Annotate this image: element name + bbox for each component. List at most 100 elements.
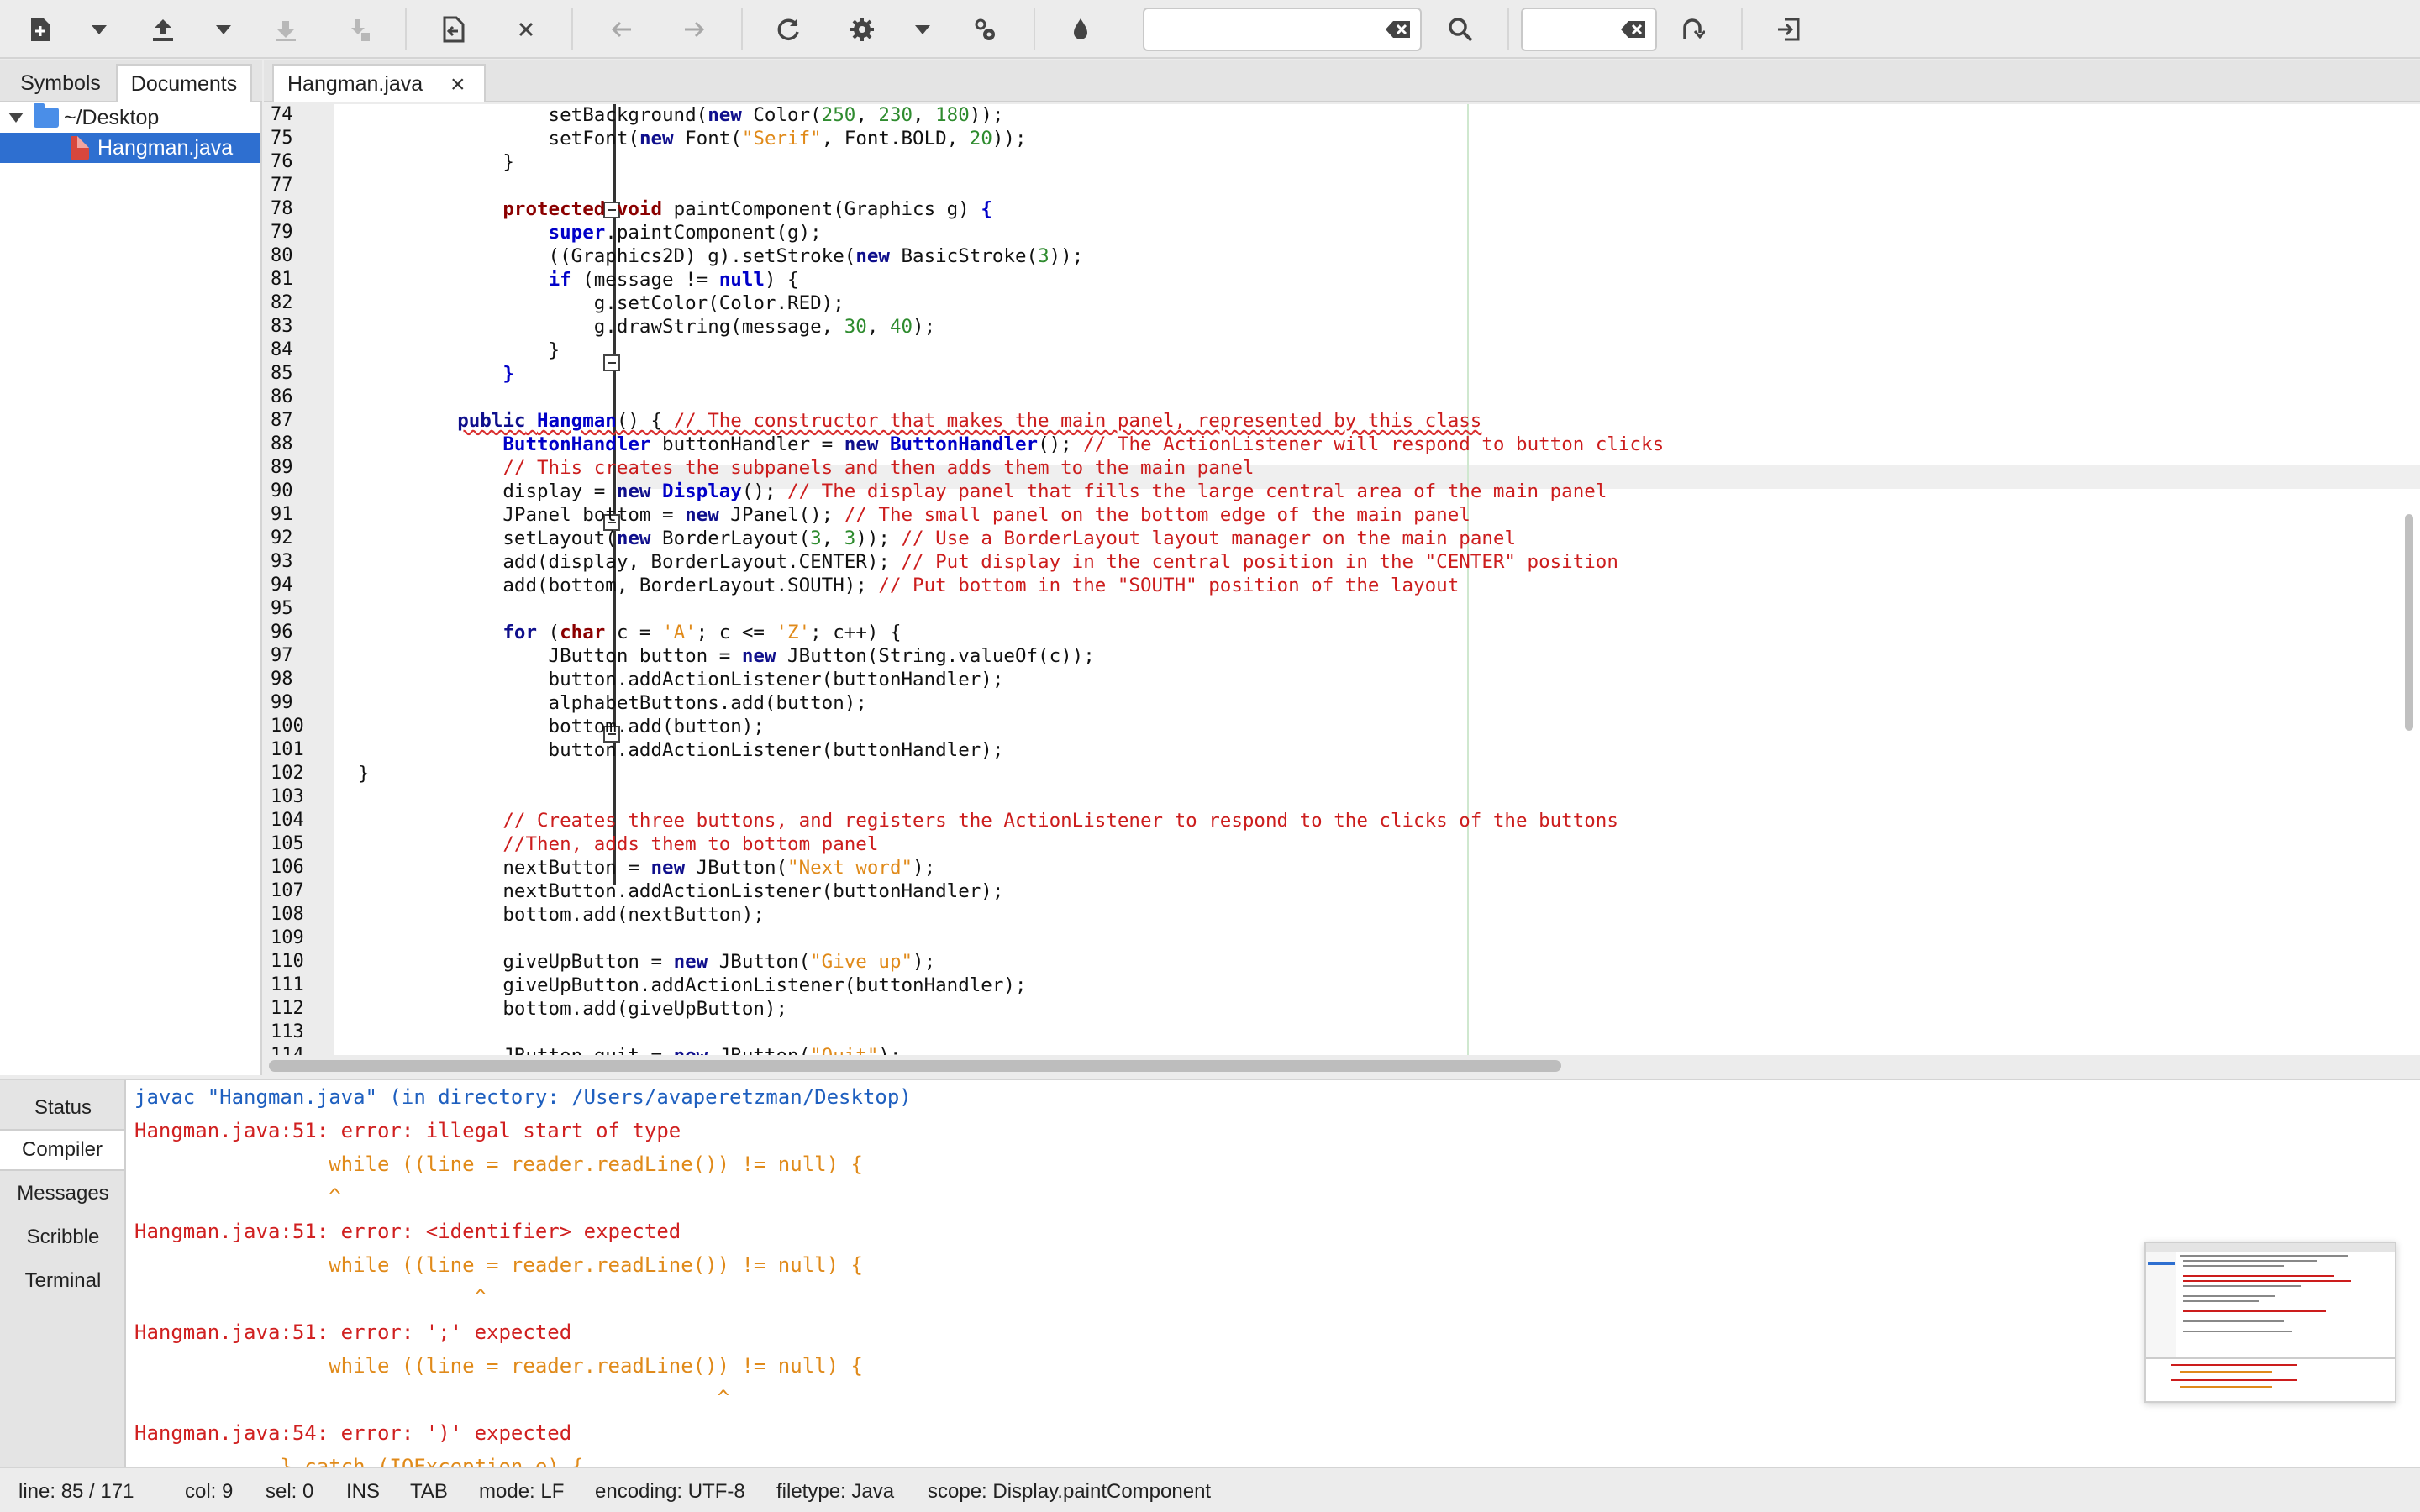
- horizontal-scrollbar[interactable]: [269, 1060, 1561, 1072]
- line-number: 94: [271, 575, 293, 596]
- search-icon[interactable]: [1440, 9, 1481, 50]
- forward-icon[interactable]: [674, 9, 714, 50]
- toolbar-separator: [405, 8, 407, 50]
- line-number: 107: [271, 880, 304, 901]
- compiler-error[interactable]: Hangman.java:51: error: <identifier> exp…: [134, 1220, 681, 1243]
- folder-label: ~/Desktop: [64, 105, 160, 129]
- code-line-114: JButton quit = new JButton("Quit");: [412, 1045, 901, 1055]
- tab-hangman-java[interactable]: Hangman.java ×: [272, 64, 486, 102]
- goto-line-input[interactable]: [1521, 8, 1657, 51]
- status-mode: mode: LF: [479, 1480, 565, 1503]
- chevron-down-icon: [216, 24, 231, 34]
- compiler-caret: ^: [134, 1184, 341, 1208]
- message-panel: Status Compiler Messages Scribble Termin…: [0, 1079, 2420, 1468]
- compiler-error[interactable]: Hangman.java:54: error: ')' expected: [134, 1421, 571, 1445]
- revert-icon[interactable]: [434, 9, 474, 50]
- open-file-icon[interactable]: [143, 9, 183, 50]
- tab-terminal[interactable]: Terminal: [0, 1260, 126, 1302]
- window-thumbnail[interactable]: [2144, 1242, 2396, 1403]
- line-number: 104: [271, 810, 304, 831]
- status-bar: line: 85 / 171 col: 9 sel: 0 INS TAB mod…: [0, 1467, 2420, 1512]
- java-file-icon: [71, 136, 89, 160]
- toolbar-separator: [1034, 8, 1035, 50]
- search-input[interactable]: [1143, 8, 1422, 51]
- code-line-110: giveUpButton = new JButton("Give up");: [412, 951, 936, 973]
- save-all-icon[interactable]: [339, 9, 380, 50]
- vertical-scrollbar[interactable]: [2405, 514, 2413, 731]
- code-line-99: alphabetButtons.add(button);: [412, 692, 867, 714]
- close-icon[interactable]: [506, 9, 546, 50]
- tab-messages[interactable]: Messages: [0, 1173, 126, 1215]
- status-line: line: 85 / 171: [18, 1480, 134, 1503]
- file-label: Hangman.java: [97, 135, 234, 160]
- line-number: 96: [271, 622, 293, 643]
- fold-marker-icon[interactable]: [603, 354, 620, 371]
- quit-icon[interactable]: [1768, 9, 1808, 50]
- close-tab-icon[interactable]: ×: [450, 71, 466, 99]
- compiler-output[interactable]: javac "Hangman.java" (in directory: /Use…: [134, 1080, 2403, 1468]
- code-line-102: }: [358, 763, 370, 785]
- editor-tabs: Hangman.java ×: [264, 60, 2420, 102]
- code-line-75: setFont(new Font("Serif", Font.BOLD, 20)…: [412, 128, 1027, 150]
- line-number: 110: [271, 951, 304, 972]
- clear-search-icon[interactable]: [1385, 19, 1412, 39]
- compiler-error[interactable]: Hangman.java:51: error: ';' expected: [134, 1320, 571, 1344]
- tab-symbols[interactable]: Symbols: [7, 64, 114, 102]
- line-number: 91: [271, 504, 293, 525]
- line-number: 108: [271, 904, 304, 925]
- tab-compiler[interactable]: Compiler: [0, 1129, 124, 1171]
- jump-to-line-icon[interactable]: [1672, 9, 1712, 50]
- compiler-source-line: while ((line = reader.readLine()) != nul…: [134, 1354, 863, 1378]
- line-number: 85: [271, 363, 293, 384]
- line-number: 109: [271, 927, 304, 948]
- new-file-icon[interactable]: [20, 9, 60, 50]
- code-line-106: nextButton = new JButton("Next word");: [412, 857, 936, 879]
- tree-folder-desktop[interactable]: ~/Desktop: [0, 102, 260, 133]
- code-line-90: display = new Display(); // The display …: [412, 480, 1607, 502]
- back-icon[interactable]: [602, 9, 642, 50]
- line-number: 79: [271, 222, 293, 243]
- settings-icon[interactable]: [842, 9, 882, 50]
- code-line-82: g.setColor(Color.RED);: [412, 292, 844, 314]
- line-number: 113: [271, 1021, 304, 1042]
- tab-documents[interactable]: Documents: [116, 64, 252, 102]
- folder-icon: [34, 103, 59, 128]
- code-line-85: }: [412, 363, 514, 385]
- code-line-88: ButtonHandler buttonHandler = new Button…: [502, 433, 1665, 455]
- clear-goto-icon[interactable]: [1620, 19, 1647, 39]
- expander-icon[interactable]: [8, 113, 24, 123]
- tab-status[interactable]: Status: [0, 1087, 126, 1129]
- open-file-dropdown[interactable]: [208, 9, 239, 50]
- code-line-81: if (message != null) {: [548, 269, 799, 291]
- line-number: 98: [271, 669, 293, 690]
- chevron-down-icon: [915, 24, 930, 34]
- line-number: 103: [271, 786, 304, 807]
- color-picker-icon[interactable]: [1060, 9, 1101, 50]
- code-editor[interactable]: 74 75 76 77 78 79 80 81 82 83 84 85 86 87 88 89 90 91 92 93…: [264, 104, 2420, 1055]
- sidebar-tabs: Symbols Documents: [0, 60, 262, 102]
- message-panel-tabs: Status Compiler Messages Scribble Termin…: [0, 1080, 126, 1468]
- line-number: 101: [271, 739, 304, 760]
- new-file-dropdown[interactable]: [84, 9, 114, 50]
- line-number: 76: [271, 151, 293, 172]
- tab-label: Hangman.java: [287, 71, 424, 96]
- line-number: 99: [271, 692, 293, 713]
- compiler-error[interactable]: Hangman.java:51: error: illegal start of…: [134, 1119, 681, 1142]
- reload-icon[interactable]: [768, 9, 808, 50]
- build-settings-icon[interactable]: [965, 9, 1005, 50]
- line-number: 112: [271, 998, 304, 1019]
- status-sel: sel: 0: [266, 1480, 314, 1503]
- tab-scribble[interactable]: Scribble: [0, 1216, 126, 1258]
- line-number: 84: [271, 339, 293, 360]
- status-scope: scope: Display.paintComponent: [928, 1480, 1212, 1503]
- status-filetype: filetype: Java: [776, 1480, 895, 1503]
- line-number: 97: [271, 645, 293, 666]
- settings-dropdown[interactable]: [908, 9, 938, 50]
- save-icon[interactable]: [266, 9, 306, 50]
- code-line-112: bottom.add(giveUpButton);: [412, 998, 788, 1020]
- toolbar-separator: [1507, 8, 1509, 50]
- code-line-92: setLayout(new BorderLayout(3, 3)); // Us…: [412, 528, 1517, 549]
- tree-file-hangman[interactable]: Hangman.java: [0, 133, 260, 163]
- code-line-107: nextButton.addActionListener(buttonHandl…: [412, 880, 1004, 902]
- line-number: 81: [271, 269, 293, 290]
